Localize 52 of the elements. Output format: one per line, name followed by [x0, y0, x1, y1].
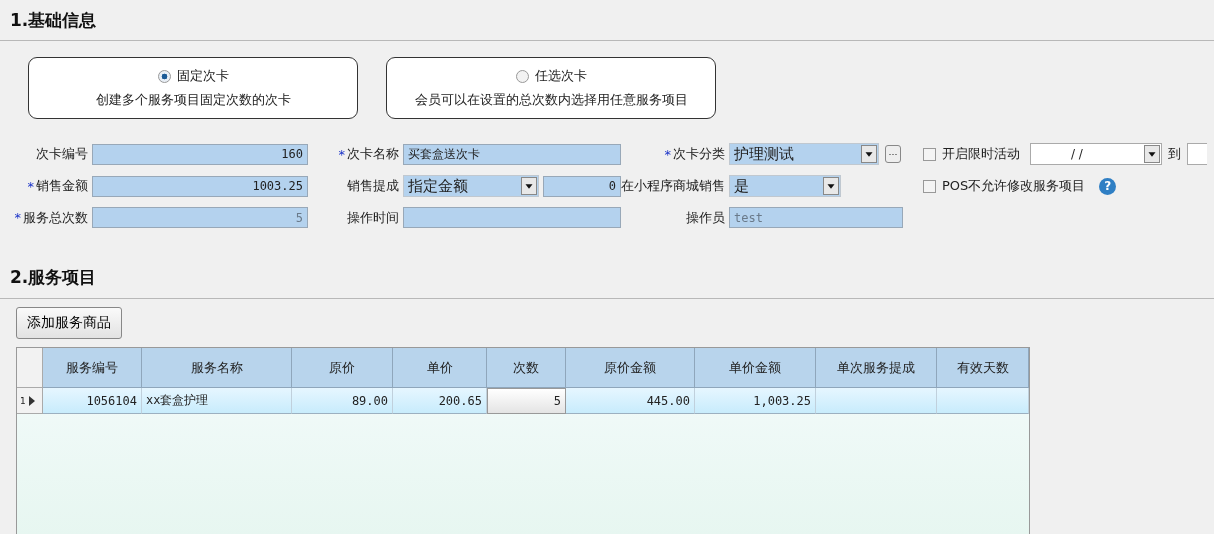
- required-mark-label: *: [27, 178, 34, 194]
- column-header[interactable]: 单价: [393, 348, 487, 388]
- field-label: 服务总次数: [23, 208, 88, 227]
- input-field[interactable]: 1003.25: [92, 175, 308, 197]
- field-label: 次卡编号: [36, 145, 88, 163]
- more-button[interactable]: ···: [885, 145, 901, 163]
- required-mark-label: *: [14, 210, 21, 225]
- field-label: 操作员: [686, 208, 725, 227]
- column-header[interactable]: 原价: [292, 348, 393, 388]
- card-type-option[interactable]: 固定次卡 创建多个服务项目固定次数的次卡: [28, 57, 358, 119]
- required-mark-label: *: [664, 146, 671, 162]
- column-header[interactable]: 单价金额: [695, 348, 816, 388]
- checkbox-label: POS不允许修改服务项目: [942, 177, 1086, 195]
- range-separator: 到: [1168, 145, 1181, 163]
- field-label: 在小程序商城销售: [621, 177, 725, 195]
- table-cell: 89.00: [292, 388, 393, 414]
- checkbox-label: 开启限时活动: [942, 145, 1020, 163]
- row-number: 1: [20, 395, 26, 406]
- field-label: 次卡名称: [347, 145, 399, 163]
- field-label: 销售提成: [347, 177, 399, 195]
- table-cell: 445.00: [566, 388, 695, 414]
- section-title: 2.服务项目: [10, 265, 97, 289]
- column-header[interactable]: 单次服务提成: [816, 348, 937, 388]
- field-label: 操作时间: [347, 208, 399, 227]
- column-header[interactable]: 服务编号: [43, 348, 142, 388]
- table-cell: xx套盒护理: [142, 388, 292, 414]
- field-label: 销售金额: [36, 177, 88, 195]
- section-title: 1.基础信息: [10, 8, 97, 32]
- column-header[interactable]: 服务名称: [142, 348, 292, 388]
- input-field[interactable]: 160: [92, 143, 308, 165]
- column-header[interactable]: 次数: [487, 348, 566, 388]
- option-description: 创建多个服务项目固定次数的次卡: [95, 91, 291, 109]
- date-field[interactable]: / /: [1030, 143, 1162, 165]
- help-icon[interactable]: ?: [1099, 177, 1117, 195]
- field-label: 次卡分类: [673, 145, 725, 163]
- input-field[interactable]: 买套盒送次卡: [403, 143, 621, 165]
- column-header[interactable]: 有效天数: [937, 348, 1029, 388]
- dropdown[interactable]: 护理测试: [729, 143, 879, 165]
- option-label: 任选次卡: [534, 67, 587, 85]
- table-cell: 200.65: [393, 388, 487, 414]
- table-cell: 1,003.25: [695, 388, 816, 414]
- table-cell-editor[interactable]: 5: [487, 388, 566, 414]
- table-cell: 1056104: [43, 388, 142, 414]
- dropdown[interactable]: 指定金额: [403, 175, 539, 197]
- required-mark-label: *: [338, 146, 345, 162]
- option-label: 固定次卡: [176, 67, 229, 85]
- input-field[interactable]: 0: [543, 175, 621, 197]
- column-header[interactable]: 原价金额: [566, 348, 695, 388]
- add-service-button[interactable]: 添加服务商品: [16, 307, 122, 339]
- option-description: 会员可以在设置的总次数内选择用任意服务项目: [414, 91, 688, 109]
- dropdown[interactable]: 是: [729, 175, 841, 197]
- card-type-option[interactable]: 任选次卡 会员可以在设置的总次数内选择用任意服务项目: [386, 57, 716, 119]
